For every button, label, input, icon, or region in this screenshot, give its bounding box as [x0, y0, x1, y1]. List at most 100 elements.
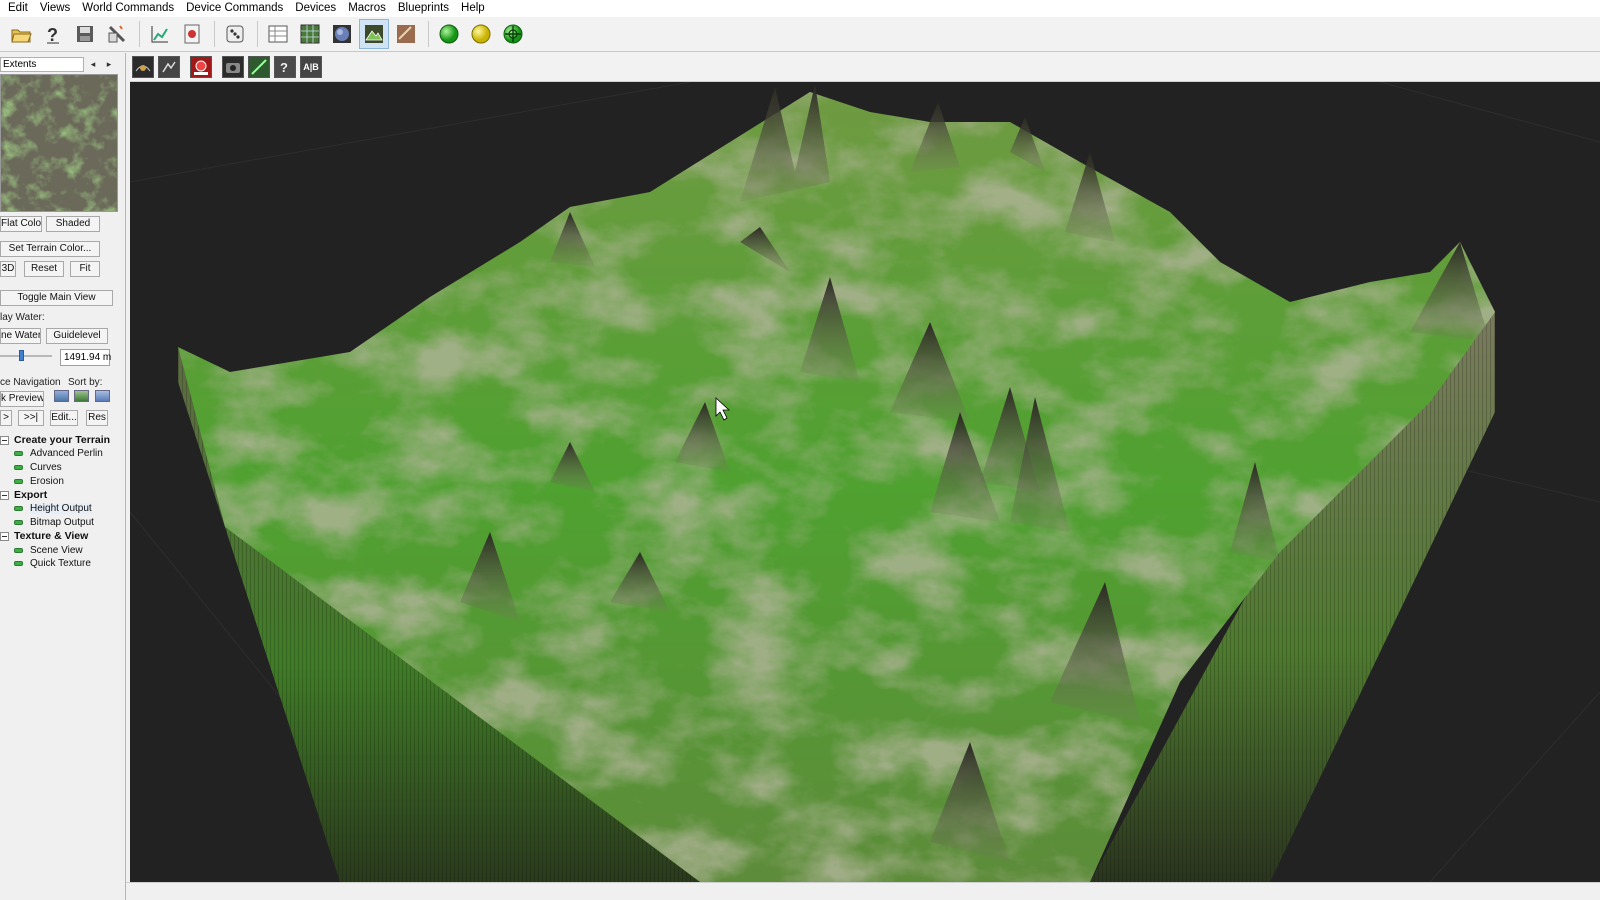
main-toolbar: ?: [0, 17, 1600, 52]
collapse-icon[interactable]: [0, 435, 9, 445]
map-icon[interactable]: [295, 19, 325, 49]
left-panel: Extents ◂ ▸ Flat Color Shaded Set Terrai…: [0, 53, 126, 900]
terrain-3d-viewport[interactable]: [130, 82, 1600, 882]
flat-color-button[interactable]: Flat Color: [0, 216, 42, 232]
arrow-left-icon[interactable]: ◂: [86, 57, 100, 72]
res-button[interactable]: Res: [86, 410, 108, 426]
define-water-button[interactable]: ne Water: [0, 328, 41, 344]
report-icon[interactable]: [177, 19, 207, 49]
menu-devices[interactable]: Devices: [289, 0, 342, 17]
orbit-icon[interactable]: [132, 56, 154, 78]
collapse-icon[interactable]: [0, 531, 9, 541]
ab-compare-label: A|B: [303, 62, 319, 72]
display-water-label: lay Water:: [0, 312, 45, 323]
menu-world-commands[interactable]: World Commands: [76, 0, 180, 17]
tree-group[interactable]: Texture & View: [0, 529, 118, 543]
help-icon[interactable]: ?: [38, 19, 68, 49]
menu-views[interactable]: Views: [34, 0, 76, 17]
open-folder-icon[interactable]: [6, 19, 36, 49]
tree-item-label: Bitmap Output: [30, 517, 94, 529]
menu-help[interactable]: Help: [455, 0, 491, 17]
camera-icon[interactable]: [222, 56, 244, 78]
slope-icon[interactable]: [248, 56, 270, 78]
tree-item-label: Height Output: [30, 503, 92, 515]
panel-arrows: ◂ ▸: [86, 57, 116, 72]
arrow-right-icon[interactable]: ▸: [102, 57, 116, 72]
device-node-icon: [14, 561, 23, 567]
svg-text:?: ?: [47, 25, 58, 45]
guidelevel-button[interactable]: Guidelevel: [46, 328, 108, 344]
tree-group-label: Export: [14, 489, 48, 502]
sort-name-icon[interactable]: [95, 390, 110, 402]
sort-by-label: Sort by:: [68, 377, 103, 388]
menu-device-commands[interactable]: Device Commands: [180, 0, 289, 17]
tree-group[interactable]: Create your Terrain: [0, 433, 118, 447]
toolbar-separator: [257, 21, 258, 47]
water-level-slider-track[interactable]: [0, 355, 52, 357]
set-terrain-color-button[interactable]: Set Terrain Color...: [0, 241, 100, 257]
edit-button[interactable]: Edit...: [50, 410, 78, 426]
terrain-preview[interactable]: [0, 74, 118, 212]
device-node-icon: [14, 506, 23, 512]
fit-button[interactable]: Fit: [70, 261, 100, 277]
device-node-icon: [14, 478, 23, 484]
toggle-main-view-button[interactable]: Toggle Main View: [0, 290, 113, 306]
menu-edit[interactable]: Edit: [2, 0, 34, 17]
tree-group-label: Texture & View: [14, 530, 89, 543]
help-view-icon[interactable]: ?: [274, 56, 296, 78]
tree-item[interactable]: Curves: [0, 461, 118, 475]
status-bar: [126, 882, 1600, 900]
menu-macros[interactable]: Macros: [342, 0, 392, 17]
water-level-slider-thumb[interactable]: [19, 350, 24, 361]
device-navigation-label: ce Navigation: [0, 377, 61, 388]
3d-button[interactable]: 3D: [0, 261, 16, 277]
dice-icon[interactable]: [220, 19, 250, 49]
toolbar-separator: [428, 21, 429, 47]
texture-icon[interactable]: [391, 19, 421, 49]
device-node-icon: [14, 465, 23, 471]
quick-preview-button[interactable]: k Preview: [0, 391, 44, 407]
prev-device-button[interactable]: >: [0, 410, 12, 426]
sort-type-icon[interactable]: [74, 390, 89, 402]
tree-item[interactable]: Bitmap Output: [0, 516, 118, 530]
next-device-button[interactable]: >>|: [18, 410, 44, 426]
ab-compare-icon[interactable]: A|B: [300, 56, 322, 78]
grid-icon[interactable]: [263, 19, 293, 49]
device-node-icon: [14, 451, 23, 457]
toolbar-separator: [139, 21, 140, 47]
tree-item-label: Erosion: [30, 475, 64, 487]
tree-item-label: Scene View: [30, 544, 83, 556]
toolbar-separator: [214, 21, 215, 47]
svg-text:?: ?: [280, 60, 288, 75]
sort-list-icon[interactable]: [54, 390, 69, 402]
device-node-icon: [14, 547, 23, 553]
terrain-icon[interactable]: [359, 19, 389, 49]
render-icon[interactable]: [190, 56, 212, 78]
tree-group[interactable]: Export: [0, 488, 118, 502]
yellow-ball-icon[interactable]: [466, 19, 496, 49]
green-ball-icon[interactable]: [434, 19, 464, 49]
tree-item[interactable]: Quick Texture: [0, 557, 118, 571]
menu-blueprints[interactable]: Blueprints: [392, 0, 455, 17]
chart-icon[interactable]: [145, 19, 175, 49]
tree-item[interactable]: Erosion: [0, 474, 118, 488]
fly-icon[interactable]: [158, 56, 180, 78]
device-tree: Create your Terrain Advanced Perlin Curves…: [0, 433, 118, 873]
tree-item-label: Curves: [30, 462, 62, 474]
shaded-button[interactable]: Shaded: [46, 216, 100, 232]
globe-icon[interactable]: [327, 19, 357, 49]
extents-header: Extents: [0, 57, 84, 72]
reset-button[interactable]: Reset: [24, 261, 64, 277]
tree-item-label: Quick Texture: [30, 558, 91, 570]
tree-item-label: Advanced Perlin: [30, 448, 103, 460]
tree-item[interactable]: Scene View: [0, 543, 118, 557]
device-node-icon: [14, 520, 23, 526]
save-icon[interactable]: [70, 19, 100, 49]
network-ball-icon[interactable]: [498, 19, 528, 49]
wand-icon[interactable]: [102, 19, 132, 49]
water-level-field[interactable]: 1491.94 m: [60, 349, 111, 366]
tree-item[interactable]: Height Output: [0, 502, 118, 516]
tree-item[interactable]: Advanced Perlin: [0, 447, 118, 461]
menu-bar: Edit Views World Commands Device Commands De…: [0, 0, 1600, 17]
collapse-icon[interactable]: [0, 490, 9, 500]
